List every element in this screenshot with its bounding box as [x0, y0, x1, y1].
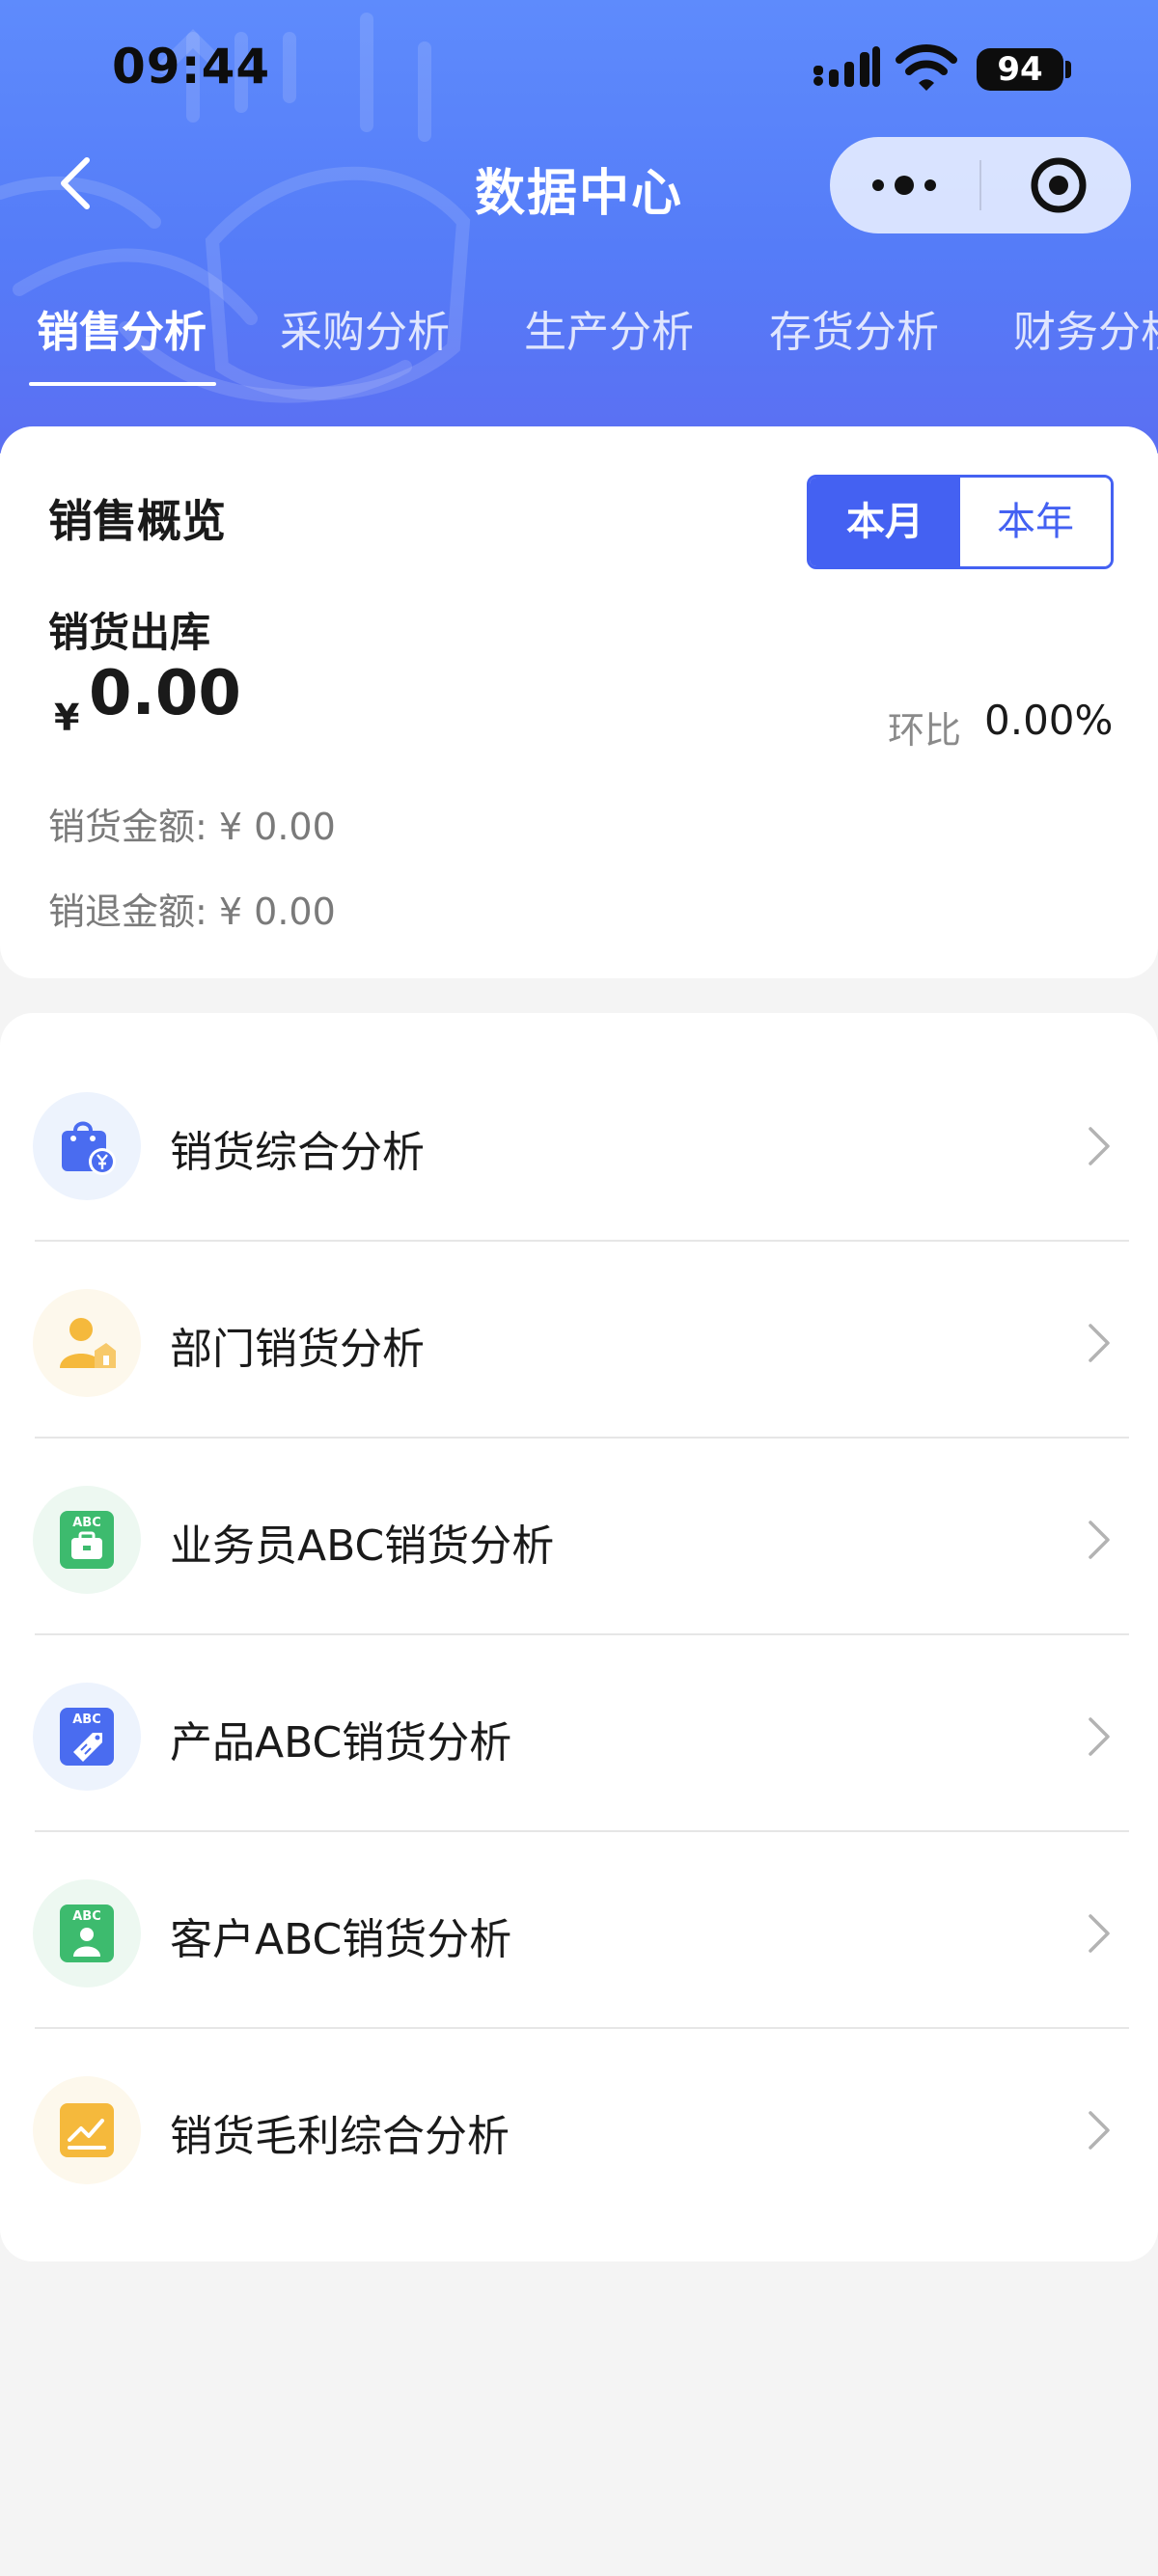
page-title: 数据中心 — [474, 165, 683, 223]
sales-outbound-amount: 0.00 — [89, 658, 241, 729]
overview-title: 销售概览 — [48, 495, 226, 547]
menu-item-customer-abc[interactable]: ABC 客户ABC销货分析 — [0, 1831, 1158, 2029]
menu-item-gross-profit[interactable]: 销货毛利综合分析 — [0, 2028, 1158, 2225]
month-over-month-value: 0.00% — [984, 697, 1114, 744]
chevron-right-icon — [1089, 2111, 1110, 2150]
close-mini-program-button[interactable] — [981, 137, 1131, 233]
currency-symbol: ¥ — [54, 697, 80, 739]
period-this-year-button[interactable]: 本年 — [960, 478, 1111, 566]
sales-amount-line: 销货金额: ¥ 0.00 — [48, 806, 336, 848]
menu-item-label: 销货毛利综合分析 — [170, 2112, 510, 2161]
month-over-month-label: 环比 — [888, 709, 962, 752]
abc-briefcase-icon: ABC — [60, 1511, 114, 1569]
period-toggle: 本月 本年 — [807, 475, 1114, 569]
menu-item-label: 业务员ABC销货分析 — [170, 1521, 555, 1571]
chevron-right-icon — [1089, 1127, 1110, 1165]
trend-chart-icon — [60, 2103, 114, 2157]
menu-item-label: 产品ABC销货分析 — [170, 1718, 512, 1768]
sales-outbound-label: 销货出库 — [48, 609, 211, 656]
department-person-icon — [60, 1318, 116, 1368]
wifi-icon — [896, 44, 957, 91]
back-arrow-icon[interactable] — [54, 154, 96, 212]
period-this-month-button[interactable]: 本月 — [810, 478, 960, 566]
abc-tag-icon: ABC — [60, 1708, 114, 1766]
target-circle-icon — [1031, 157, 1087, 213]
chevron-right-icon — [1089, 1717, 1110, 1756]
active-tab-indicator — [29, 382, 216, 386]
menu-item-department-sales[interactable]: 部门销货分析 — [0, 1241, 1158, 1439]
status-bar: 09:44 94 — [0, 0, 1158, 145]
menu-item-label: 销货综合分析 — [170, 1128, 425, 1177]
tab-purchase-analysis[interactable]: 采购分析 — [280, 297, 450, 359]
battery-indicator: 94 — [977, 48, 1063, 91]
menu-item-product-abc[interactable]: ABC 产品ABC销货分析 — [0, 1634, 1158, 1832]
tab-production-analysis[interactable]: 生产分析 — [524, 297, 694, 359]
header-banner: 09:44 94 数据中心 销售分析 采购分析 生产分析 存货分析 财务分 — [0, 0, 1158, 453]
svg-text:ABC: ABC — [72, 1909, 101, 1924]
category-tabs: 销售分析 采购分析 生产分析 存货分析 财务分析 — [0, 289, 1158, 396]
more-dots-icon — [872, 176, 936, 195]
chevron-right-icon — [1089, 1914, 1110, 1953]
chevron-right-icon — [1089, 1324, 1110, 1362]
shopping-bag-yen-icon — [62, 1121, 116, 1175]
battery-tip — [1065, 61, 1071, 78]
menu-item-salesperson-abc[interactable]: ABC 业务员ABC销货分析 — [0, 1438, 1158, 1635]
menu-item-sales-comprehensive[interactable]: 销货综合分析 — [0, 1044, 1158, 1242]
svg-text:ABC: ABC — [72, 1713, 101, 1727]
menu-item-label: 客户ABC销货分析 — [170, 1915, 512, 1964]
svg-text:ABC: ABC — [72, 1516, 101, 1530]
return-amount-line: 销退金额: ¥ 0.00 — [48, 891, 336, 933]
chevron-right-icon — [1089, 1521, 1110, 1559]
tab-finance-analysis[interactable]: 财务分析 — [1013, 297, 1158, 359]
analysis-menu-card: 销货综合分析 部门销货分析 ABC 业务员ABC销货分析 ABC 产品ABC销货… — [0, 1013, 1158, 2261]
cellular-signal-icon — [813, 46, 880, 87]
menu-item-label: 部门销货分析 — [170, 1325, 425, 1374]
mini-program-capsule — [830, 137, 1131, 233]
status-time: 09:44 — [112, 39, 271, 95]
abc-customer-icon: ABC — [60, 1905, 114, 1962]
sales-overview-card: 销售概览 本月 本年 销货出库 ¥ 0.00 环比 0.00% 销货金额: ¥ … — [0, 426, 1158, 978]
tab-inventory-analysis[interactable]: 存货分析 — [769, 297, 939, 359]
tab-sales-analysis[interactable]: 销售分析 — [37, 297, 207, 359]
more-options-button[interactable] — [830, 137, 979, 233]
